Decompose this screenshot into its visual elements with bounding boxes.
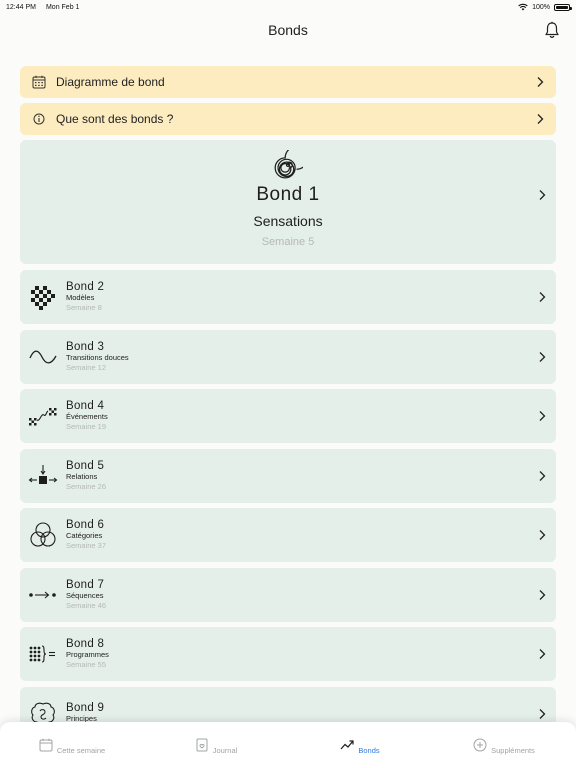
leap-6-row[interactable]: Bond 6 Catégories Semaine 37 [20, 508, 556, 562]
chevron-right-icon [539, 530, 546, 540]
trend-up-icon [340, 740, 354, 750]
leap-5-title: Bond 5 [66, 459, 105, 472]
sequence-arrow-icon [29, 591, 56, 598]
wifi-icon [518, 3, 528, 11]
leap-8-row[interactable]: Bond 8 Programmes Semaine 55 [20, 627, 556, 681]
leap-3-week: Semaine 12 [66, 362, 107, 372]
calendar-icon [39, 738, 53, 752]
relations-arrows-icon [28, 464, 58, 484]
plus-circle-icon [473, 738, 487, 752]
status-bar: 12:44 PM Mon Feb 1 100% [0, 0, 576, 14]
tab-this-week[interactable]: Cette semaine [0, 736, 144, 755]
leap-3-title: Bond 3 [66, 340, 105, 353]
leap-6-week: Semaine 37 [66, 541, 107, 551]
page-title: Bonds [268, 22, 308, 38]
leap-5-week: Semaine 26 [66, 481, 107, 491]
leap-6-name: Catégories [66, 531, 103, 541]
chevron-right-icon [537, 114, 544, 124]
tab-leaps[interactable]: Bonds [288, 736, 432, 755]
status-date: Mon Feb 1 [45, 3, 80, 11]
leap-8-name: Programmes [66, 650, 109, 660]
spiral-icon [274, 150, 303, 179]
tab-journal-label: Journal [212, 745, 238, 755]
leap-8-week: Semaine 55 [66, 660, 107, 670]
chevron-right-icon [539, 708, 546, 719]
leap-7-week: Semaine 46 [66, 600, 107, 610]
wave-icon [29, 349, 57, 364]
journal-icon [196, 738, 208, 752]
leap-7-name: Séquences [66, 590, 104, 600]
chevron-right-icon [539, 470, 546, 481]
tab-journal[interactable]: Journal [144, 736, 288, 755]
leap-1-title: Bond 1 [256, 184, 320, 205]
tab-this-week-label: Cette semaine [56, 745, 106, 755]
leaps-list: Diagramme de bond Que sont des bonds ? B… [20, 66, 556, 746]
leap-3-name: Transitions douces [66, 352, 129, 362]
leap-3-row[interactable]: Bond 3 Transitions douces Semaine 12 [20, 329, 556, 384]
leap-2-row[interactable]: Bond 2 Modèles Semaine 8 [20, 270, 556, 324]
status-time: 12:44 PM [6, 3, 36, 11]
tab-bar: Cette semaine Journal Bonds Suppléments [0, 722, 576, 768]
header: Bonds [0, 16, 576, 44]
chevron-right-icon [539, 351, 546, 362]
chevron-right-icon [539, 411, 546, 421]
leap-2-name: Modèles [66, 293, 95, 303]
leap-5-row[interactable]: Bond 5 Relations Semaine 26 [20, 448, 556, 503]
leap-2-week: Semaine 8 [66, 303, 102, 313]
tab-extras[interactable]: Suppléments [432, 736, 576, 755]
info-icon [33, 113, 45, 125]
checker-pattern-icon [31, 286, 55, 310]
dot-grid-bracket-icon [29, 645, 55, 663]
battery-percent: 100% [532, 3, 550, 11]
chevron-right-icon [537, 77, 544, 87]
tab-leaps-label: Bonds [358, 745, 380, 755]
chevron-right-icon [539, 292, 546, 302]
leap-7-title: Bond 7 [66, 578, 105, 591]
leap-diagram-row[interactable]: Diagramme de bond [20, 66, 556, 98]
what-are-leaps-label: Que sont des bonds ? [56, 112, 174, 126]
venn-circles-icon [30, 522, 56, 547]
chevron-right-icon [539, 190, 546, 200]
leap-1-card[interactable]: Bond 1 Sensations Semaine 5 [20, 140, 556, 264]
battery-icon [554, 3, 572, 11]
calendar-icon [32, 75, 46, 89]
tab-extras-label: Suppléments [491, 745, 535, 755]
leap-1-week: Semaine 5 [261, 236, 315, 248]
leap-4-row[interactable]: Bond 4 Événements Semaine 19 [20, 389, 556, 443]
leap-1-name: Sensations [253, 213, 323, 229]
event-path-icon [29, 408, 57, 426]
what-are-leaps-row[interactable]: Que sont des bonds ? [20, 103, 556, 135]
bell-icon[interactable] [544, 21, 560, 39]
chevron-right-icon [539, 589, 546, 600]
leap-4-name: Événements [66, 412, 108, 422]
leap-4-week: Semaine 19 [66, 422, 107, 432]
leap-7-row[interactable]: Bond 7 Séquences Semaine 46 [20, 567, 556, 622]
chevron-right-icon [539, 649, 546, 659]
leap-5-name: Relations [66, 471, 98, 481]
leap-diagram-label: Diagramme de bond [56, 75, 165, 89]
